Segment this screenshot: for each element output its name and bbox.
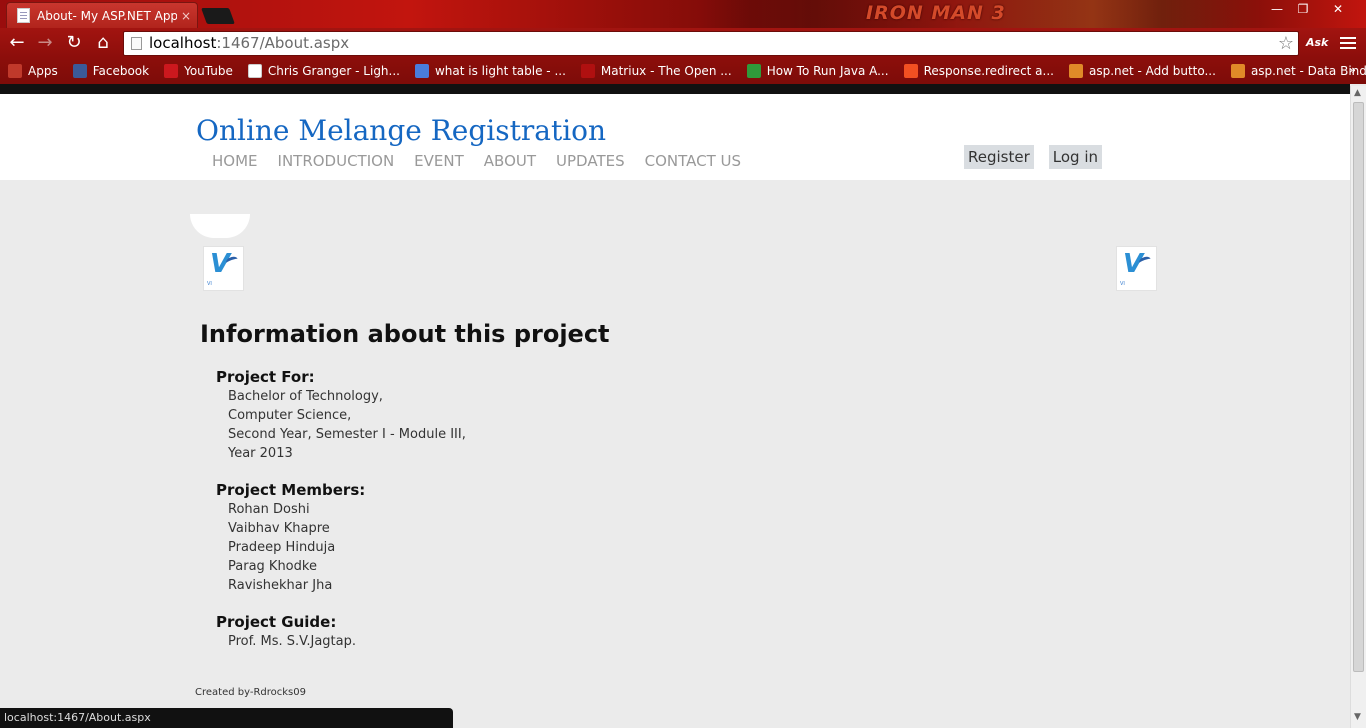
url-path: :1467/About.aspx <box>216 34 350 52</box>
logo-caption: VI <box>1120 281 1125 287</box>
bookmarks-overflow-icon[interactable]: » <box>1349 63 1356 77</box>
vertical-scrollbar[interactable]: ▲ ▼ <box>1350 86 1366 728</box>
menu-item-event[interactable]: EVENT <box>414 152 464 170</box>
menu-item-home[interactable]: HOME <box>212 152 258 170</box>
bookmark-favicon-icon <box>164 64 179 78</box>
minimize-icon[interactable]: — <box>1264 0 1290 18</box>
scrollbar-thumb[interactable] <box>1353 102 1364 672</box>
bookmark-favicon-icon <box>746 64 761 78</box>
project-for-line: Bachelor of Technology, <box>228 389 383 404</box>
theme-brand-text: IRON MAN 3 <box>866 2 1006 24</box>
url-host: localhost <box>149 34 217 52</box>
bookmarks-bar: Apps Facebook YouTube Chris Granger - Ligh.… <box>0 58 1366 84</box>
member-name: Pradeep Hinduja <box>228 540 336 555</box>
page-icon <box>131 37 142 50</box>
bookmark-label: Response.redirect a... <box>923 64 1054 78</box>
bookmark-favicon-icon <box>903 64 918 78</box>
browser-titlebar: IRON MAN 3 About- My ASP.NET Appl × — ❐ … <box>0 0 1366 28</box>
logo-left: V VI <box>203 246 244 291</box>
browser-toolbar: ← → ↻ ⌂ localhost:1467/About.aspx ☆ Ask <box>0 28 1366 58</box>
login-link[interactable]: Log in <box>1048 145 1102 169</box>
ask-extension-icon[interactable]: Ask <box>1306 36 1328 49</box>
project-for-line: Second Year, Semester I - Module III, <box>228 427 466 442</box>
bookmark-label: Facebook <box>92 64 150 78</box>
guide-label: Project Guide: <box>216 613 337 631</box>
bookmark-favicon-icon <box>580 64 595 78</box>
apps-grid-icon <box>8 64 22 78</box>
bookmark-label: YouTube <box>184 64 233 78</box>
bookmark-label: Chris Granger - Ligh... <box>267 64 400 78</box>
bookmark-label: Matriux - The Open ... <box>600 64 732 78</box>
site-header: Online Melange Registration HOME INTRODUC… <box>0 94 1350 180</box>
register-link[interactable]: Register <box>964 145 1034 169</box>
bookmark-item[interactable]: what is light table - ... <box>414 64 566 78</box>
scroll-down-icon[interactable]: ▼ <box>1354 712 1361 722</box>
address-bar[interactable]: localhost:1467/About.aspx ☆ <box>123 31 1299 56</box>
bookmark-label: asp.net - Add butto... <box>1088 64 1216 78</box>
forward-arrow-icon[interactable]: → <box>34 32 56 54</box>
bookmark-favicon-icon <box>72 64 87 78</box>
scroll-up-icon[interactable]: ▲ <box>1354 88 1361 98</box>
menu-item-contact-us[interactable]: CONTACT US <box>645 152 741 170</box>
bookmark-favicon-icon <box>1068 64 1083 78</box>
tab-title: About- My ASP.NET Appl <box>37 8 177 23</box>
bookmark-item[interactable]: Chris Granger - Ligh... <box>247 64 400 78</box>
bookmark-item[interactable]: asp.net - Add butto... <box>1068 64 1216 78</box>
bookmark-item[interactable]: How To Run Java A... <box>746 64 889 78</box>
member-name: Ravishekhar Jha <box>228 578 333 593</box>
home-icon[interactable]: ⌂ <box>92 32 114 54</box>
menu-item-introduction[interactable]: INTRODUCTION <box>278 152 395 170</box>
menu-item-updates[interactable]: UPDATES <box>556 152 625 170</box>
status-bar: localhost:1467/About.aspx <box>0 708 453 728</box>
new-tab-button[interactable] <box>201 8 235 24</box>
page-title: Information about this project <box>200 320 610 348</box>
bookmark-label: what is light table - ... <box>434 64 566 78</box>
tab-close-icon[interactable]: × <box>181 9 191 23</box>
logo-caption: VI <box>207 281 212 287</box>
login-area: Register Log in <box>964 145 1117 169</box>
bookmark-label: How To Run Java A... <box>766 64 889 78</box>
bookmark-item[interactable]: Response.redirect a... <box>903 64 1054 78</box>
project-for-label: Project For: <box>216 368 315 386</box>
page-top-border <box>0 84 1350 94</box>
bookmark-favicon-icon <box>1230 64 1245 78</box>
bookmark-favicon-icon <box>247 64 262 78</box>
page-icon <box>17 8 30 23</box>
members-label: Project Members: <box>216 481 366 499</box>
window-close-icon[interactable]: ✕ <box>1316 0 1360 18</box>
menu-item-about[interactable]: ABOUT <box>484 152 536 170</box>
bookmark-item[interactable]: YouTube <box>164 64 233 78</box>
site-title[interactable]: Online Melange Registration <box>196 114 606 147</box>
restore-icon[interactable]: ❐ <box>1290 0 1316 18</box>
browser-tab[interactable]: About- My ASP.NET Appl × <box>6 2 198 28</box>
guide-name: Prof. Ms. S.V.Jagtap. <box>228 634 357 649</box>
project-for-line: Computer Science, <box>228 408 352 423</box>
logo-right: V VI <box>1116 246 1157 291</box>
member-name: Vaibhav Khapre <box>228 521 330 536</box>
reload-icon[interactable]: ↻ <box>63 32 85 54</box>
window-controls: — ❐ ✕ <box>1264 0 1360 18</box>
bookmark-item[interactable]: Facebook <box>72 64 150 78</box>
bookmark-star-icon[interactable]: ☆ <box>1278 32 1294 55</box>
bookmark-item[interactable]: Apps <box>8 64 58 78</box>
bookmark-label: Apps <box>28 64 58 78</box>
member-name: Parag Khodke <box>228 559 317 574</box>
project-for-line: Year 2013 <box>228 446 293 461</box>
decorative-shape <box>190 214 250 238</box>
member-name: Rohan Doshi <box>228 502 310 517</box>
back-arrow-icon[interactable]: ← <box>6 32 28 54</box>
bookmark-item[interactable]: Matriux - The Open ... <box>580 64 732 78</box>
bookmark-item[interactable]: asp.net - Data Bind ... <box>1230 64 1366 78</box>
chrome-menu-icon[interactable] <box>1340 34 1356 52</box>
main-menu: HOME INTRODUCTION EVENT ABOUT UPDATES CONTACT… <box>212 152 761 170</box>
bookmark-favicon-icon <box>414 64 429 78</box>
footer-credit: Created by-Rdrocks09 <box>195 687 306 698</box>
